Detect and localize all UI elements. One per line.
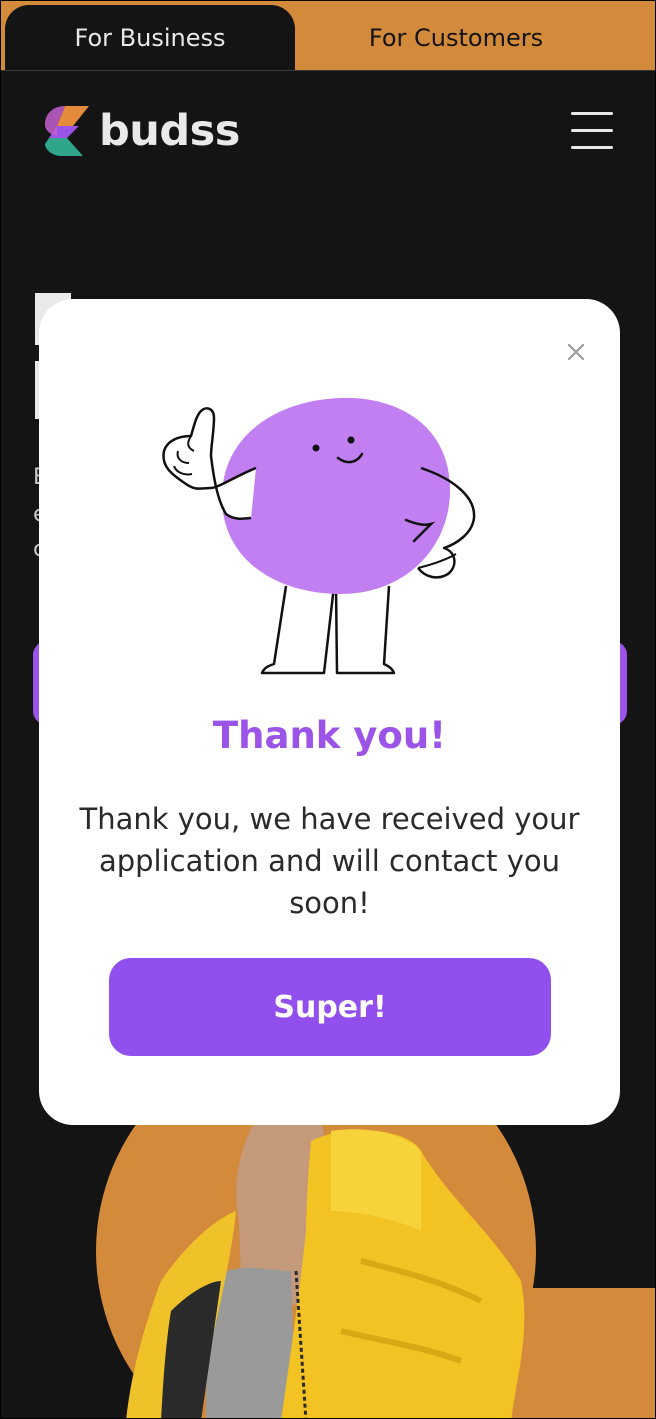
- hero-person-photo: [126, 1111, 525, 1418]
- menu-line-icon: [571, 129, 613, 132]
- menu-line-icon: [571, 112, 613, 115]
- thumbs-up-mascot-illustration: [162, 397, 476, 675]
- super-button[interactable]: Super!: [109, 958, 551, 1056]
- close-icon[interactable]: [561, 337, 591, 367]
- modal-message: Thank you, we have received your applica…: [79, 802, 580, 920]
- logo-text: budss: [99, 106, 240, 156]
- logo[interactable]: budss: [43, 104, 240, 158]
- tab-for-customers[interactable]: For Customers: [301, 5, 611, 70]
- hamburger-menu-button[interactable]: [569, 109, 615, 153]
- budss-logo-icon: [45, 106, 89, 156]
- menu-line-icon: [571, 146, 613, 149]
- tab-for-business[interactable]: For Business: [5, 5, 295, 70]
- app-frame: For Business For Customers budss Thank y…: [0, 0, 656, 1419]
- audience-tabs: For Business For Customers: [1, 1, 655, 71]
- modal-title: Thank you!: [212, 714, 447, 757]
